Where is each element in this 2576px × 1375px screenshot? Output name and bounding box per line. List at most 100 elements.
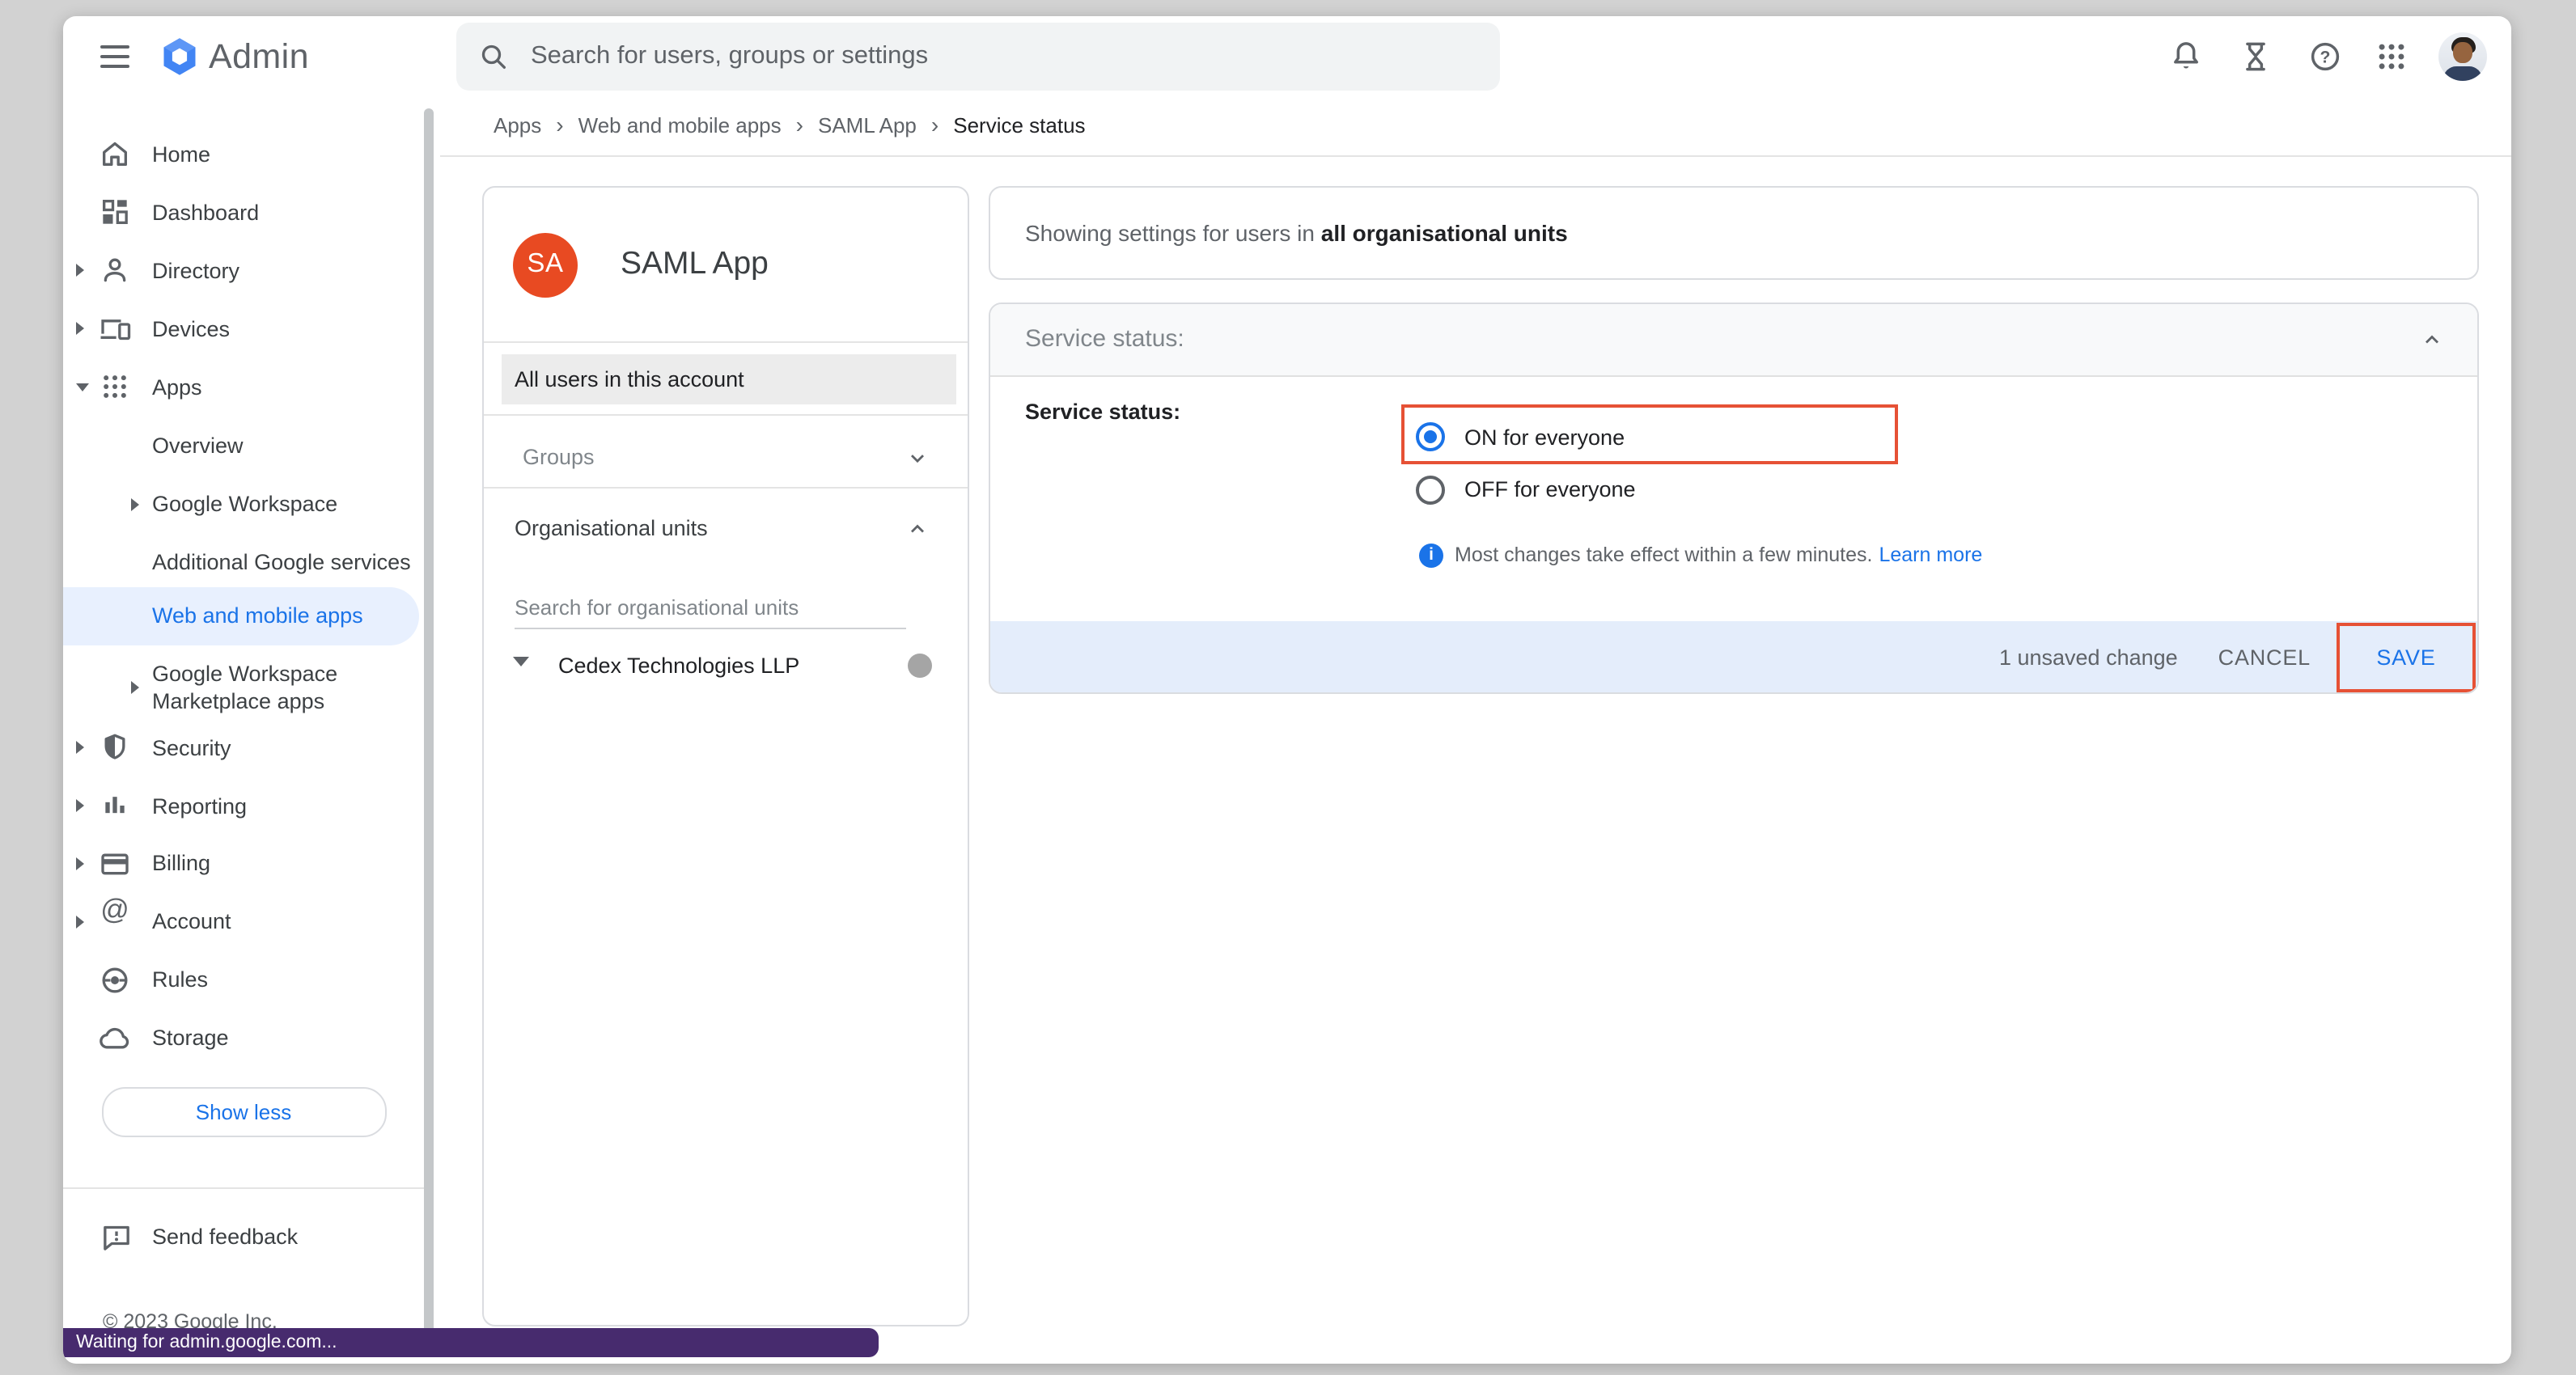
divider	[440, 154, 2511, 156]
sidebar-item-web-and-mobile-apps[interactable]: Web and mobile apps	[63, 586, 419, 645]
sidebar-item-google-workspace[interactable]: Google Workspace	[63, 475, 439, 533]
expand-arrow-icon[interactable]	[131, 681, 139, 694]
send-feedback-item[interactable]: Send feedback	[63, 1208, 439, 1266]
home-icon	[99, 138, 131, 170]
sidebar-item-overview[interactable]: Overview	[63, 417, 439, 475]
divider	[483, 341, 968, 342]
sidebar-item-label: Google Workspace Marketplace apps	[152, 660, 414, 715]
sidebar-item-label: Billing	[152, 849, 210, 877]
all-users-row[interactable]: All users in this account	[501, 354, 955, 404]
radio-label: OFF for everyone	[1464, 477, 1636, 501]
scope-card: Showing settings for users in all organi…	[989, 186, 2478, 279]
breadcrumb-saml-app[interactable]: SAML App	[818, 112, 917, 137]
expand-arrow-icon[interactable]	[76, 857, 84, 869]
feedback-icon	[100, 1221, 133, 1253]
sidebar-item-apps[interactable]: Apps	[63, 358, 439, 416]
search-input[interactable]	[527, 40, 1500, 73]
all-users-label: All users in this account	[515, 367, 744, 391]
sidebar-item-billing[interactable]: Billing	[63, 834, 439, 892]
sidebar-item-rules[interactable]: Rules	[63, 950, 439, 1009]
sidebar-item-label: Devices	[152, 315, 230, 342]
sidebar-item-label: Directory	[152, 256, 239, 284]
groups-section-toggle[interactable]: Groups	[483, 430, 968, 485]
pending-tasks-hourglass-icon[interactable]	[2237, 39, 2273, 74]
tree-collapse-icon[interactable]	[512, 657, 528, 666]
app-avatar: SA	[513, 232, 578, 297]
expand-arrow-icon[interactable]	[76, 799, 84, 812]
divider	[63, 1187, 429, 1188]
collapse-chevron-up-icon[interactable]	[2420, 328, 2443, 350]
at-sign-icon: @	[99, 892, 131, 924]
org-unit-tree-item[interactable]: Cedex Technologies LLP	[558, 654, 799, 678]
sidebar-item-label: Storage	[152, 1024, 229, 1051]
screen: Admin ? Apps › Web and mobile a	[0, 0, 2576, 1375]
scope-text: Showing settings for users in all organi…	[1025, 220, 1568, 246]
learn-more-link[interactable]: Learn more	[1879, 544, 1982, 566]
sidebar-item-label: Additional Google services	[152, 548, 411, 576]
chevron-down-icon	[905, 446, 928, 469]
annotation-box-save: SAVE	[2337, 624, 2476, 692]
divider	[483, 487, 968, 489]
expand-arrow-icon[interactable]	[76, 264, 84, 277]
sidebar-item-security[interactable]: Security	[63, 718, 439, 776]
collapse-arrow-icon[interactable]	[76, 383, 89, 391]
sidebar-item-label: Google Workspace	[152, 490, 337, 518]
expand-arrow-icon[interactable]	[131, 497, 139, 510]
sidebar-item-directory[interactable]: Directory	[63, 241, 439, 299]
product-title: Admin	[209, 37, 309, 78]
annotation-box-on-option	[1401, 404, 1898, 464]
sidebar-item-reporting[interactable]: Reporting	[63, 776, 439, 835]
divider	[483, 414, 968, 416]
breadcrumb-separator: ›	[796, 112, 803, 138]
global-search[interactable]	[456, 23, 1500, 91]
sidebar-item-label: Security	[152, 734, 231, 761]
sidebar-item-label: Rules	[152, 966, 208, 993]
save-bar: 1 unsaved change CANCEL SAVE	[990, 620, 2476, 693]
expand-arrow-icon[interactable]	[76, 915, 84, 928]
save-button[interactable]: SAVE	[2376, 645, 2435, 670]
sidebar-item-label: Account	[152, 908, 231, 935]
breadcrumb-web-and-mobile-apps[interactable]: Web and mobile apps	[578, 112, 782, 137]
expand-arrow-icon[interactable]	[76, 322, 84, 335]
app-name: SAML App	[621, 246, 769, 283]
app-summary-panel: SA SAML App All users in this account Gr…	[481, 186, 969, 1326]
sidebar-item-devices[interactable]: Devices	[63, 299, 439, 358]
avatar-face	[2453, 41, 2472, 63]
sidebar-item-storage[interactable]: Storage	[63, 1009, 439, 1067]
sidebar-item-label: Apps	[152, 373, 202, 400]
scope-prefix: Showing settings for users in	[1025, 220, 1315, 246]
help-icon[interactable]: ?	[2307, 39, 2342, 74]
org-units-label: Organisational units	[515, 516, 708, 540]
expand-arrow-icon[interactable]	[76, 741, 84, 754]
org-unit-search-input[interactable]	[515, 586, 906, 629]
admin-console-window: Admin ? Apps › Web and mobile a	[63, 16, 2511, 1364]
user-avatar[interactable]	[2438, 32, 2487, 81]
org-units-section-toggle[interactable]: Organisational units	[483, 501, 968, 556]
section-header[interactable]: Service status:	[990, 303, 2476, 376]
sidebar-item-label: Send feedback	[152, 1223, 298, 1250]
breadcrumb-apps[interactable]: Apps	[494, 112, 541, 137]
main-menu-icon[interactable]	[100, 42, 129, 71]
section-title: Service status:	[1025, 325, 1184, 353]
sidebar-scrollbar[interactable]	[424, 108, 434, 1338]
show-less-button[interactable]: Show less	[101, 1086, 386, 1136]
sidebar-item-dashboard[interactable]: Dashboard	[63, 183, 439, 241]
steering-wheel-icon	[99, 963, 131, 996]
sidebar-item-home[interactable]: Home	[63, 125, 439, 183]
breadcrumb-separator: ›	[556, 112, 563, 138]
radio-option-off[interactable]: OFF for everyone	[1415, 475, 1636, 504]
chevron-up-icon	[905, 518, 928, 540]
apps-icon	[99, 370, 131, 403]
info-text: Most changes take effect within a few mi…	[1455, 544, 1872, 566]
sidebar-item-gw-marketplace-apps[interactable]: Google Workspace Marketplace apps	[63, 657, 439, 718]
service-status-card: Service status: Service status: ON for e…	[989, 302, 2478, 693]
groups-label: Groups	[523, 445, 595, 469]
sidebar-item-additional-google-services[interactable]: Additional Google services	[63, 533, 439, 591]
sidebar-item-account[interactable]: @ Account	[63, 892, 439, 950]
cancel-button[interactable]: CANCEL	[2218, 645, 2311, 670]
apps-grid-icon[interactable]	[2374, 39, 2409, 74]
scope-target: all organisational units	[1321, 220, 1568, 246]
notifications-bell-icon[interactable]	[2168, 39, 2204, 74]
radio-unselected-icon[interactable]	[1415, 475, 1444, 504]
sidebar-item-label: Dashboard	[152, 198, 259, 226]
